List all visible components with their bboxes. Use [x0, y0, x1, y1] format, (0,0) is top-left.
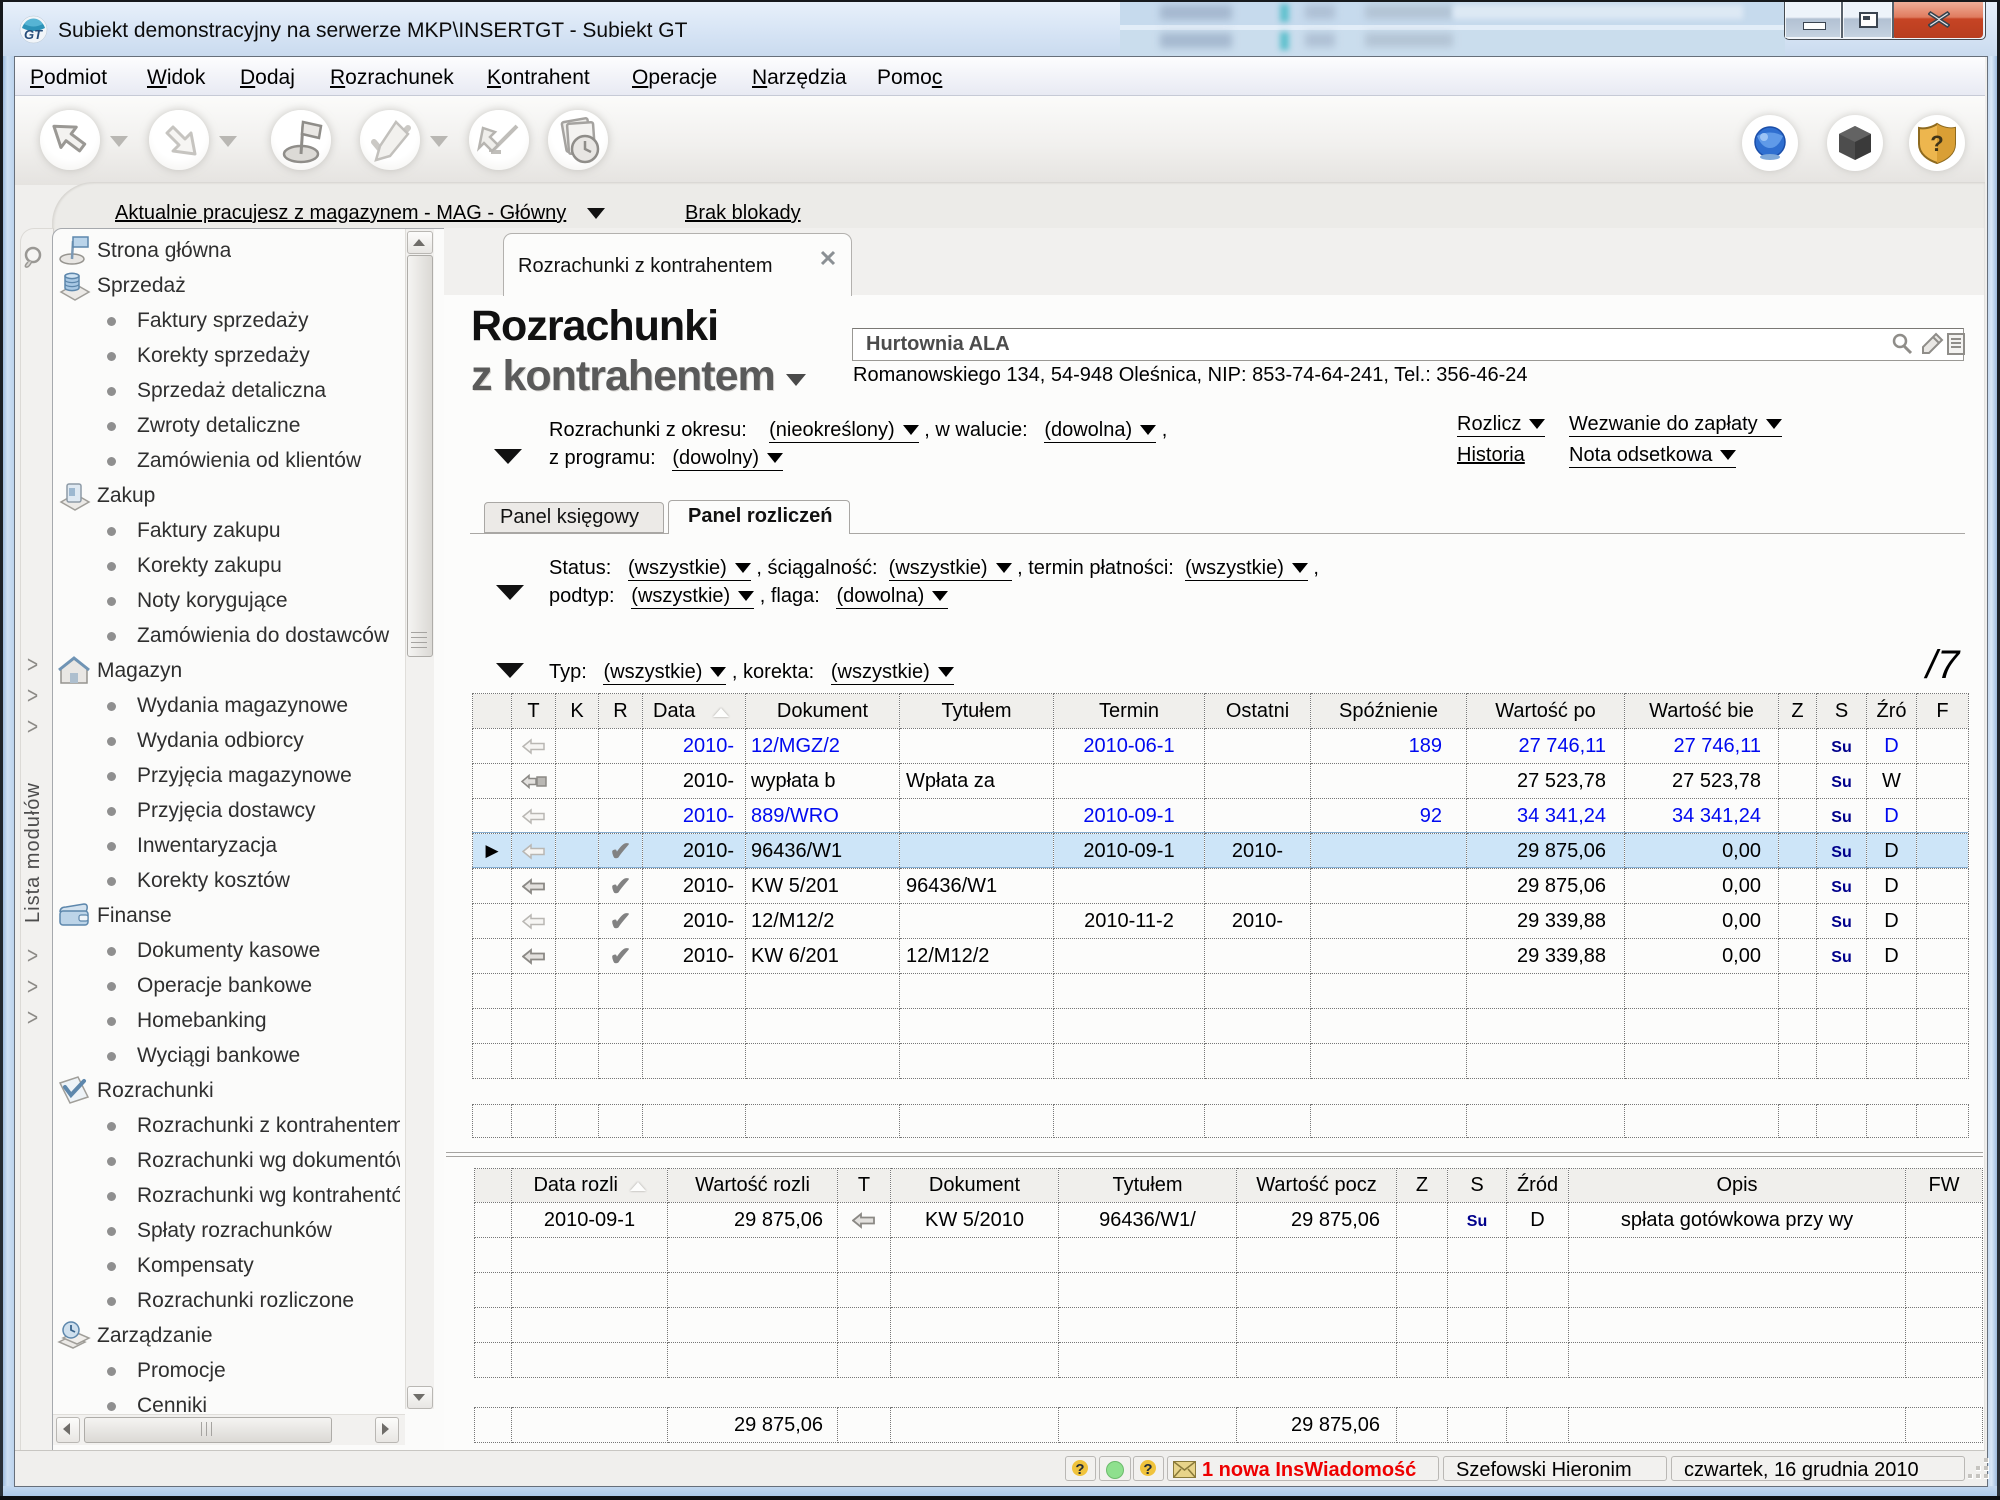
svg-text:?: ?: [1075, 1461, 1084, 1478]
svg-text:?: ?: [1930, 131, 1943, 156]
svg-text:GT: GT: [24, 27, 43, 42]
svg-text:?: ?: [1143, 1461, 1152, 1478]
